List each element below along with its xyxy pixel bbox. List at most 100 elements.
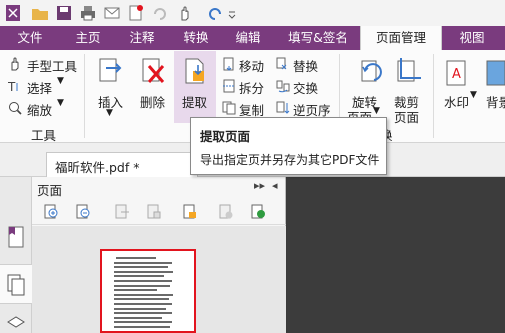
redo-icon[interactable] xyxy=(206,4,224,22)
tab-edit[interactable]: 编辑 xyxy=(222,26,274,50)
swap-page-icon xyxy=(276,80,290,93)
thumbnail-text-line xyxy=(114,266,168,269)
page-thumbnail-selected[interactable] xyxy=(100,249,196,333)
pages-panel-tab[interactable] xyxy=(0,264,32,304)
pages-thumbnail-icon xyxy=(7,274,25,296)
quick-access-toolbar xyxy=(0,0,505,26)
thumbnail-text-line xyxy=(114,312,172,315)
tab-file[interactable]: 文件 xyxy=(0,26,60,50)
group-divider xyxy=(433,54,434,138)
rotate-page-icon xyxy=(361,60,382,82)
select-button[interactable]: 选择 xyxy=(27,78,52,97)
split-page-icon xyxy=(223,79,235,93)
thumbnail-text-line xyxy=(114,270,174,273)
split-button[interactable]: 拆分 xyxy=(239,78,264,97)
thumbnail-text-line xyxy=(114,261,172,264)
replace-page-icon xyxy=(276,57,287,70)
thumbnail-text-line xyxy=(114,307,166,310)
pages-panel-toolbar xyxy=(32,199,286,225)
thumbnail-text-line xyxy=(114,298,169,301)
hand-tool-button[interactable]: 手型工具 xyxy=(27,56,77,75)
reverse-order-icon xyxy=(276,101,290,114)
thumbnail-text-line xyxy=(114,275,165,278)
tools-group-label: 工具 xyxy=(31,128,57,143)
undo-disabled-icon[interactable] xyxy=(151,4,169,22)
watermark-icon: A xyxy=(446,60,466,86)
tab-view[interactable]: 视图 xyxy=(444,26,500,50)
rotate-dropdown-icon[interactable]: ▼ xyxy=(373,106,380,116)
thumbnail-text-line xyxy=(116,257,156,259)
app-logo-icon[interactable] xyxy=(4,4,22,22)
hand-icon xyxy=(11,57,19,71)
zoom-icon xyxy=(9,102,22,115)
svg-text:A: A xyxy=(452,67,461,82)
watermark-dropdown-icon[interactable]: ▼ xyxy=(470,90,477,100)
move-page-icon xyxy=(223,57,234,71)
save-icon[interactable] xyxy=(55,4,73,22)
delete-page-icon xyxy=(142,58,165,83)
crop-label-line2[interactable]: 页面 xyxy=(394,107,419,126)
pages-panel-title: 页面 xyxy=(37,183,63,198)
thumbnail-text-line xyxy=(114,280,172,282)
hand-tool-icon[interactable] xyxy=(176,4,194,22)
tooltip-title: 提取页面 xyxy=(200,129,251,144)
document-view[interactable] xyxy=(287,177,505,333)
open-folder-icon[interactable] xyxy=(31,4,49,22)
move-button[interactable]: 移动 xyxy=(239,56,264,75)
background-icon xyxy=(486,60,505,86)
thumbnail-text-line xyxy=(114,316,162,319)
zoom-dropdown-icon[interactable]: ▼ xyxy=(57,98,64,108)
delete-button[interactable]: 删除 xyxy=(140,92,165,111)
zoom-out-thumbnail-icon[interactable] xyxy=(76,204,92,220)
document-tab-title: 福昕软件.pdf * xyxy=(55,160,140,175)
print-icon[interactable] xyxy=(79,4,97,22)
zoom-button[interactable]: 缩放 xyxy=(27,100,52,119)
tab-page-manage[interactable]: 页面管理 xyxy=(360,26,442,51)
tab-convert[interactable]: 转换 xyxy=(170,26,222,50)
svg-text:T: T xyxy=(8,80,16,93)
group-divider xyxy=(84,54,85,138)
insert-page-small-icon[interactable] xyxy=(114,204,130,220)
tab-annotate[interactable]: 注释 xyxy=(116,26,168,50)
thumbnail-text-line xyxy=(114,321,172,324)
thumbnail-text-line xyxy=(114,284,171,287)
zoom-in-thumbnail-icon[interactable] xyxy=(44,204,60,220)
navigation-sidebar xyxy=(0,177,32,333)
bookmark-panel-icon[interactable] xyxy=(7,226,25,248)
collapse-panel-icon[interactable]: ▸▸ xyxy=(254,179,265,192)
customize-dropdown-icon[interactable] xyxy=(228,4,236,22)
select-dropdown-icon[interactable]: ▼ xyxy=(57,76,64,86)
crop-page-icon xyxy=(397,58,421,82)
thumbnail-text-line xyxy=(114,293,174,296)
pages-panel: 页面 ▸▸ ◂ xyxy=(32,177,286,333)
pages-panel-header: 页面 ▸▸ ◂ xyxy=(32,177,286,199)
extract-page-small-icon[interactable] xyxy=(182,204,198,220)
background-button[interactable]: 背景 xyxy=(486,92,505,111)
extract-label: 提取 xyxy=(182,95,208,110)
ribbon-tab-bar: 文件 主页 注释 转换 编辑 填写&签名 页面管理 视图 xyxy=(0,26,505,51)
thumbnail-text-line xyxy=(114,289,158,292)
delete-page-small-icon[interactable] xyxy=(218,204,234,220)
insert-page-icon xyxy=(99,58,122,82)
email-icon[interactable] xyxy=(103,4,121,22)
text-select-icon: T xyxy=(8,80,18,93)
replace-button[interactable]: 替换 xyxy=(293,56,318,75)
tab-home[interactable]: 主页 xyxy=(62,26,114,50)
insert-dropdown-icon[interactable]: ▼ xyxy=(106,108,113,118)
swap-button[interactable]: 交换 xyxy=(293,78,318,97)
thumbnail-area xyxy=(32,226,286,333)
document-tab[interactable]: 福昕软件.pdf * xyxy=(46,152,198,177)
watermark-button[interactable]: 水印 xyxy=(444,92,469,111)
thumbnail-text-line xyxy=(114,303,172,305)
page-properties-icon[interactable] xyxy=(250,204,266,220)
thumbnail-text-line xyxy=(114,326,171,328)
layers-panel-icon[interactable] xyxy=(7,314,25,330)
panel-left-arrow-icon[interactable]: ◂ xyxy=(272,179,278,192)
tab-fill-sign[interactable]: 填写&签名 xyxy=(278,26,358,50)
copy-page-icon xyxy=(222,101,236,115)
extract-page-icon xyxy=(185,58,204,84)
replace-page-small-icon[interactable] xyxy=(146,204,162,220)
tooltip-description: 导出指定页并另存为其它PDF文件 xyxy=(200,153,380,167)
extract-tooltip: 提取页面 导出指定页并另存为其它PDF文件 xyxy=(190,117,387,175)
new-document-icon[interactable] xyxy=(127,4,145,22)
